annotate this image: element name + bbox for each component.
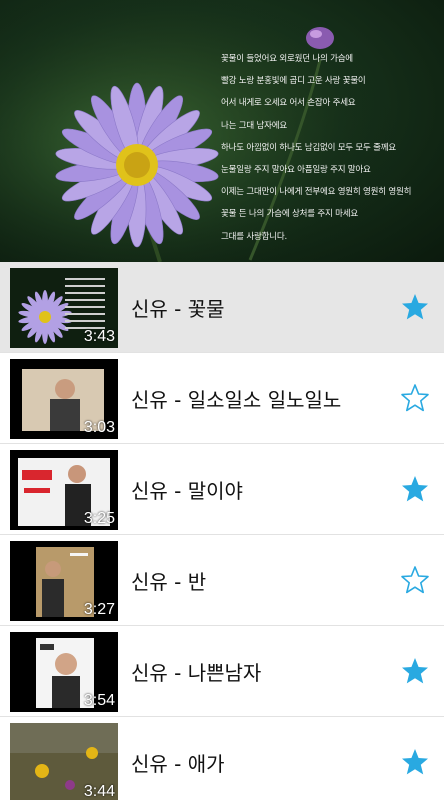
star-filled-icon[interactable] — [400, 747, 430, 777]
lyric-line: 하나도 아낌없이 하나도 남김없이 모두 모두 줄께요 — [221, 142, 397, 153]
lyric-line: 나는 그대 남자에요 — [221, 120, 287, 131]
star-filled-icon[interactable] — [400, 292, 430, 322]
track-duration: 3:43 — [83, 328, 115, 345]
track-duration: 3:03 — [83, 419, 115, 436]
track-row[interactable]: 3:44 신유 - 애가 — [0, 717, 444, 800]
lyric-line: 어서 내게로 오세요 어서 손잡아 주세요 — [221, 98, 356, 109]
lyrics-text: 꽃물이 들었어요 외로웠던 나의 가슴에 빨강 노랑 분홍빛에 곱디 고운 사랑… — [221, 48, 443, 248]
track-duration: 3:25 — [83, 510, 115, 527]
star-filled-icon[interactable] — [400, 656, 430, 686]
star-outline-icon[interactable] — [400, 565, 430, 595]
star-outline-icon[interactable] — [400, 383, 430, 413]
track-row[interactable]: 3:03 신유 - 일소일소 일노일노 — [0, 353, 444, 444]
track-row[interactable]: 3:43 신유 - 꽃물 — [0, 262, 444, 353]
track-duration: 3:44 — [83, 783, 115, 800]
lyric-line: 빨강 노랑 분홍빛에 곱디 고운 사랑 꽃물이 — [221, 76, 366, 87]
track-title[interactable]: 신유 - 애가 — [131, 748, 225, 777]
track-title[interactable]: 신유 - 나쁜남자 — [131, 657, 261, 686]
track-list[interactable]: 3:43 신유 - 꽃물 3:03 신유 - 일소일소 일노일노 3:25 신유 - 말이… — [0, 262, 444, 800]
lyric-line: 이제는 그대만이 나에게 전부에요 영원히 영원히 영원히 — [221, 187, 412, 198]
track-title[interactable]: 신유 - 꽃물 — [131, 293, 225, 322]
track-thumbnail[interactable]: 3:25 — [10, 450, 118, 530]
track-title[interactable]: 신유 - 반 — [131, 566, 206, 595]
track-title[interactable]: 신유 - 일소일소 일노일노 — [131, 384, 341, 413]
lyric-line: 그대를 사랑합니다. — [221, 231, 287, 242]
track-row[interactable]: 3:27 신유 - 반 — [0, 535, 444, 626]
track-duration: 3:27 — [83, 601, 115, 618]
lyric-line: 꽃물이 들었어요 외로웠던 나의 가슴에 — [221, 54, 353, 64]
lyric-line: 꽃물 든 나의 가슴에 상처를 주지 마세요 — [221, 209, 358, 220]
star-filled-icon[interactable] — [400, 474, 430, 504]
track-thumbnail[interactable]: 3:44 — [10, 723, 118, 800]
track-thumbnail[interactable]: 3:43 — [10, 268, 118, 348]
now-playing-header: 꽃물이 들었어요 외로웠던 나의 가슴에 빨강 노랑 분홍빛에 곱디 고운 사랑… — [0, 0, 444, 262]
track-thumbnail[interactable]: 3:03 — [10, 359, 118, 439]
track-thumbnail[interactable]: 3:27 — [10, 541, 118, 621]
track-row[interactable]: 3:25 신유 - 말이야 — [0, 444, 444, 535]
track-duration: 3:54 — [83, 692, 115, 709]
track-row[interactable]: 3:54 신유 - 나쁜남자 — [0, 626, 444, 717]
lyric-line: 눈물일랑 주지 말아요 아픔일랑 주지 말아요 — [221, 165, 371, 176]
track-title[interactable]: 신유 - 말이야 — [131, 475, 243, 504]
track-thumbnail[interactable]: 3:54 — [10, 632, 118, 712]
